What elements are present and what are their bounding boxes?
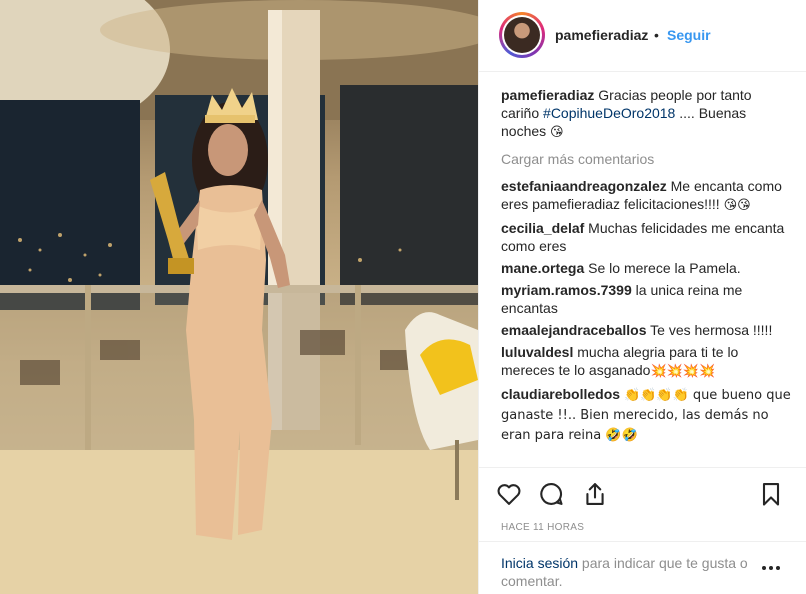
share-icon[interactable]	[581, 480, 609, 508]
bookmark-icon[interactable]	[757, 480, 785, 508]
comment-username[interactable]: mane.ortega	[501, 260, 584, 276]
comment-emoji: 💥💥💥💥	[650, 364, 716, 379]
header-separator-dot: •	[654, 27, 659, 43]
comment-item: luluvaldesl mucha alegria para ti te lo …	[501, 343, 791, 381]
login-prompt-text: Inicia sesión para indicar que te gusta …	[501, 554, 757, 590]
comment-text: Se lo merece la Pamela.	[588, 260, 741, 276]
load-more-comments-button[interactable]: Cargar más comentarios	[501, 150, 791, 168]
post-photo	[0, 0, 478, 594]
action-bar	[479, 467, 806, 517]
comment-item: estefaniaandreagonzalez Me encanta como …	[501, 177, 791, 215]
comment-item: mane.ortega Se lo merece la Pamela.	[501, 259, 791, 277]
more-icon[interactable]	[759, 562, 783, 574]
comments-list: pamefieradiaz Gracias people por tanto c…	[501, 86, 791, 449]
avatar-image	[504, 17, 540, 53]
caption-username[interactable]: pamefieradiaz	[501, 87, 594, 103]
comment-username[interactable]: myriam.ramos.7399	[501, 282, 632, 298]
comment-username[interactable]: cecilia_delaf	[501, 220, 584, 236]
comment-username[interactable]: luluvaldesl	[501, 344, 573, 360]
comment-emoji: 🤣🤣	[605, 428, 638, 443]
heart-icon[interactable]	[495, 480, 523, 508]
comment-username[interactable]: emaalejandraceballos	[501, 322, 647, 338]
comment-username[interactable]: claudiarebolledos	[501, 386, 620, 402]
comment-item: myriam.ramos.7399 la unica reina me enca…	[501, 281, 791, 317]
comment-item: cecilia_delaf Muchas felicidades me enca…	[501, 219, 791, 255]
caption-hashtag[interactable]: #CopihueDeOro2018	[543, 105, 675, 121]
comment-item: claudiarebolledos 👏👏👏👏 que bueno que gan…	[501, 385, 791, 445]
comment-emoji: 😘😘	[723, 198, 751, 213]
follow-button[interactable]: Seguir	[667, 27, 711, 43]
photo-illustration	[0, 0, 478, 594]
comment-icon[interactable]	[537, 480, 565, 508]
comment-item: emaalejandraceballos Te ves hermosa !!!!…	[501, 321, 791, 339]
post-header: pamefieradiaz • Seguir	[479, 0, 806, 72]
header-username[interactable]: pamefieradiaz	[555, 27, 648, 43]
caption-emoji: 😘	[550, 125, 564, 140]
comment-username[interactable]: estefaniaandreagonzalez	[501, 178, 667, 194]
login-prompt: Inicia sesión para indicar que te gusta …	[479, 541, 806, 594]
post-timestamp: HACE 11 HORAS	[501, 522, 585, 533]
comment-text: Te ves hermosa !!!!!	[650, 322, 773, 338]
post-caption: pamefieradiaz Gracias people por tanto c…	[501, 86, 791, 142]
avatar[interactable]	[499, 12, 545, 58]
login-link[interactable]: Inicia sesión	[501, 555, 578, 571]
post-sidebar: pamefieradiaz • Seguir pamefieradiaz Gra…	[478, 0, 806, 594]
avatar-frame	[502, 15, 542, 55]
